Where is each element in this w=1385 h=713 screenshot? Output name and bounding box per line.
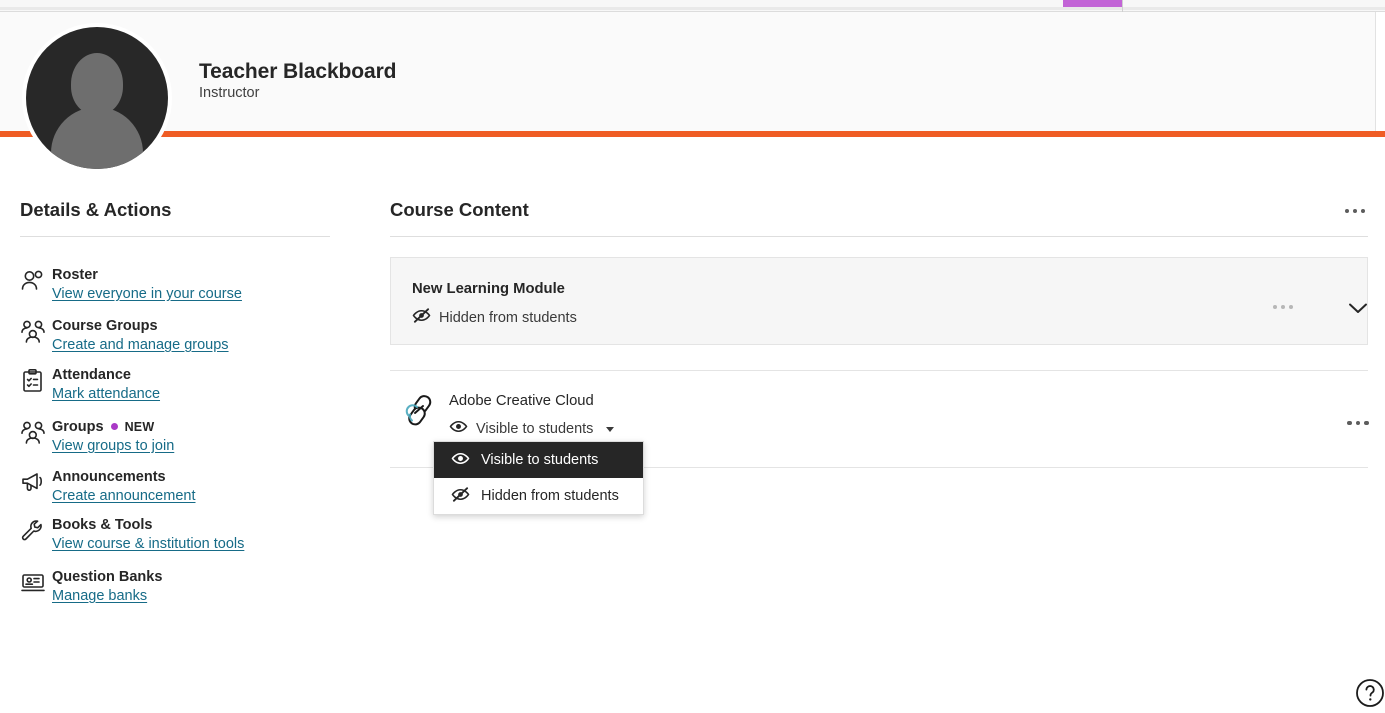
new-badge-label: NEW bbox=[124, 419, 155, 434]
sidebar-item-course-groups[interactable]: Course Groups Create and manage groups bbox=[20, 316, 340, 366]
sidebar-item-link[interactable]: View everyone in your course bbox=[52, 286, 242, 302]
eye-icon bbox=[449, 417, 468, 441]
module-title: New Learning Module bbox=[412, 281, 565, 297]
module-visibility-status: Hidden from students bbox=[412, 306, 577, 330]
sidebar-item-roster[interactable]: Roster View everyone in your course bbox=[20, 265, 340, 315]
kebab-dot bbox=[1361, 209, 1365, 213]
eye-slash-icon bbox=[451, 485, 470, 508]
sidebar-item-label: Books & Tools bbox=[52, 516, 153, 533]
browser-toolbar-line bbox=[0, 7, 1385, 10]
kebab-dot bbox=[1345, 209, 1349, 213]
roster-person-icon bbox=[20, 268, 46, 294]
new-badge-dot bbox=[110, 423, 118, 430]
browser-tab-edge bbox=[1122, 0, 1123, 12]
question-circle-icon[interactable] bbox=[1355, 678, 1385, 708]
sidebar-item-link[interactable]: Manage banks bbox=[52, 588, 147, 604]
avatar-head-shape bbox=[71, 53, 123, 115]
sidebar-item-label: Roster bbox=[52, 266, 98, 283]
sidebar-item-books-and-tools-title-row: Books & Tools bbox=[52, 515, 152, 534]
sidebar-item-announcements-title-row: Announcements bbox=[52, 467, 166, 486]
kebab-dot bbox=[1364, 420, 1369, 426]
profile-role: Instructor bbox=[199, 85, 260, 101]
kebab-dot bbox=[1355, 420, 1361, 426]
dropdown-option-hidden-from-students[interactable]: Hidden from students bbox=[434, 478, 643, 514]
page-title: Course Content bbox=[390, 199, 529, 220]
sidebar-title: Details & Actions bbox=[20, 199, 172, 220]
books-tools-wrench-icon bbox=[20, 518, 46, 544]
visibility-selector[interactable]: Visible to students bbox=[449, 417, 615, 441]
right-gutter bbox=[1376, 137, 1385, 695]
sidebar-item-label: Announcements bbox=[52, 468, 166, 485]
caret-down-icon bbox=[606, 426, 615, 432]
module-overflow-menu[interactable] bbox=[1268, 297, 1298, 317]
kebab-dot bbox=[1273, 305, 1277, 309]
sidebar-item-label: Course Groups bbox=[52, 317, 158, 334]
eye-slash-icon bbox=[412, 306, 431, 330]
sidebar-item-attendance-title-row: Attendance bbox=[52, 365, 131, 384]
sidebar-item-link[interactable]: View groups to join bbox=[52, 438, 174, 454]
sidebar-title-divider bbox=[20, 236, 330, 237]
course-content-overflow-menu[interactable] bbox=[1340, 201, 1370, 221]
announcements-megaphone-icon bbox=[20, 470, 46, 496]
kebab-dot bbox=[1353, 209, 1357, 213]
dropdown-option-label: Visible to students bbox=[481, 452, 599, 468]
sidebar-item-groups[interactable]: Groups NEW View groups to join bbox=[20, 417, 340, 467]
question-banks-icon bbox=[20, 570, 46, 596]
sidebar-item-groups-title-row: Groups NEW bbox=[52, 417, 154, 436]
visibility-label: Visible to students bbox=[476, 421, 594, 437]
details-and-actions-sidebar: Details & Actions Roster View everyone i… bbox=[0, 137, 360, 695]
dropdown-option-visible-to-students[interactable]: Visible to students bbox=[434, 442, 643, 478]
avatar-body-shape bbox=[51, 107, 143, 169]
attendance-clipboard-icon bbox=[20, 368, 46, 394]
visibility-dropdown-menu[interactable]: Visible to students Hidden from students bbox=[433, 441, 644, 515]
sidebar-item-course-groups-title-row: Course Groups bbox=[52, 316, 158, 335]
module-status-label: Hidden from students bbox=[439, 310, 577, 326]
sidebar-item-link[interactable]: Mark attendance bbox=[52, 386, 160, 402]
avatar[interactable] bbox=[26, 27, 168, 169]
browser-tab-indicator[interactable] bbox=[1063, 0, 1122, 7]
kebab-dot bbox=[1281, 305, 1285, 309]
groups-people-icon bbox=[20, 420, 46, 446]
sidebar-item-question-banks-title-row: Question Banks bbox=[52, 567, 162, 586]
sidebar-item-books-and-tools[interactable]: Books & Tools View course & institution … bbox=[20, 515, 340, 565]
learning-module-card[interactable]: New Learning Module Hidden from students bbox=[390, 257, 1368, 345]
sidebar-item-link[interactable]: Create and manage groups bbox=[52, 337, 229, 353]
kebab-dot bbox=[1289, 305, 1293, 309]
sidebar-item-label: Question Banks bbox=[52, 568, 163, 585]
course-content-panel: Course Content New Learning Module Hidde… bbox=[360, 137, 1385, 695]
sidebar-item-question-banks[interactable]: Question Banks Manage banks bbox=[20, 567, 340, 617]
profile-name: Teacher Blackboard bbox=[199, 60, 397, 83]
kebab-dot bbox=[1347, 420, 1352, 426]
sidebar-item-label: Groups bbox=[52, 418, 104, 435]
chain-link-icon bbox=[402, 392, 440, 430]
course-groups-people-icon bbox=[20, 319, 46, 345]
chevron-down-icon[interactable] bbox=[1345, 295, 1371, 321]
eye-icon bbox=[451, 449, 470, 472]
browser-chrome-strip bbox=[0, 0, 1385, 12]
dropdown-option-label: Hidden from students bbox=[481, 488, 619, 504]
link-item-title: Adobe Creative Cloud bbox=[449, 393, 594, 409]
link-item-overflow-menu[interactable] bbox=[1343, 413, 1373, 433]
sidebar-item-link[interactable]: View course & institution tools bbox=[52, 536, 244, 552]
sidebar-item-announcements[interactable]: Announcements Create announcement bbox=[20, 467, 340, 517]
sidebar-item-link[interactable]: Create announcement bbox=[52, 488, 196, 504]
link-item-top-divider bbox=[390, 370, 1368, 371]
sidebar-item-label: Attendance bbox=[52, 366, 131, 383]
sidebar-item-attendance[interactable]: Attendance Mark attendance bbox=[20, 365, 340, 415]
sidebar-item-roster-title-row: Roster bbox=[52, 265, 98, 284]
header-right-gutter bbox=[1375, 12, 1385, 132]
course-content-divider bbox=[390, 236, 1368, 237]
